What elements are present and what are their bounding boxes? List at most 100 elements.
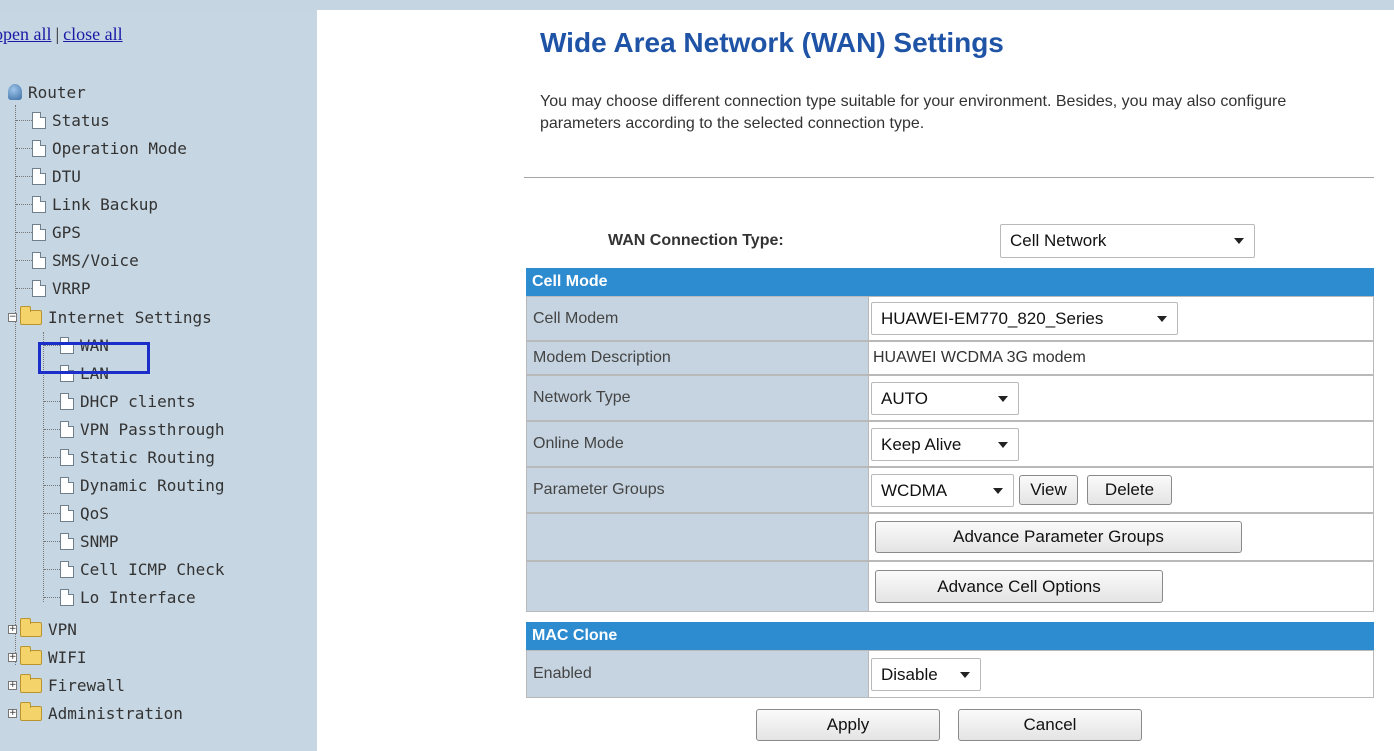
expand-icon[interactable]: + <box>8 624 17 634</box>
select-value: AUTO <box>881 388 928 408</box>
tree-toggle-links: open all|close all <box>0 24 123 45</box>
tree-item-lo-interface[interactable]: Lo Interface <box>60 584 196 610</box>
section-header-cell-mode: Cell Mode <box>526 268 1374 296</box>
page-icon <box>60 532 74 550</box>
tree-line <box>44 429 60 430</box>
tree-label: Status <box>52 110 110 130</box>
page-icon <box>32 223 46 241</box>
page-icon <box>32 251 46 269</box>
tree-folder-vpn[interactable]: + VPN <box>8 616 77 642</box>
row-mac-clone-enabled: Enabled Disable <box>526 650 1374 698</box>
row-advance-cell-options: Advance Cell Options <box>526 561 1374 612</box>
tree-line <box>16 148 32 149</box>
tree-item-qos[interactable]: QoS <box>60 500 109 526</box>
advance-parameter-groups-button[interactable]: Advance Parameter Groups <box>875 521 1242 553</box>
open-all-link[interactable]: open all <box>0 24 51 44</box>
wan-connection-type-select[interactable]: Cell Network <box>1000 224 1255 258</box>
cell-modem-select[interactable]: HUAWEI-EM770_820_Series <box>871 302 1178 335</box>
tree-item-dhcp-clients[interactable]: DHCP clients <box>60 388 196 414</box>
page-icon <box>60 560 74 578</box>
row-value: AUTO <box>869 376 1373 420</box>
tree-line <box>16 232 32 233</box>
tree-label: QoS <box>80 503 109 523</box>
tree-folder-wifi[interactable]: + WIFI <box>8 644 87 670</box>
tree-folder-administration[interactable]: + Administration <box>8 700 183 726</box>
page-icon <box>32 167 46 185</box>
tree-line <box>44 485 60 486</box>
view-button[interactable]: View <box>1019 475 1078 505</box>
tree-line <box>44 401 60 402</box>
tree-item-link-backup[interactable]: Link Backup <box>32 191 158 217</box>
tree-item-status[interactable]: Status <box>32 107 110 133</box>
tree-label: Dynamic Routing <box>80 475 225 495</box>
expand-icon[interactable]: + <box>8 680 17 690</box>
link-separator: | <box>55 24 60 44</box>
row-label: Enabled <box>527 651 869 697</box>
tree-item-vrrp[interactable]: VRRP <box>32 275 91 301</box>
expand-icon[interactable]: + <box>8 652 17 662</box>
wan-connection-type-label: WAN Connection Type: <box>608 232 784 249</box>
select-value: Cell Network <box>1010 231 1107 250</box>
folder-open-icon <box>20 305 42 325</box>
mac-clone-enabled-select[interactable]: Disable <box>871 658 981 691</box>
router-icon <box>8 84 22 100</box>
tree-label: SMS/Voice <box>52 250 139 270</box>
cancel-button[interactable]: Cancel <box>958 709 1142 741</box>
tree-item-vpn-passthrough[interactable]: VPN Passthrough <box>60 416 225 442</box>
tree-item-snmp[interactable]: SNMP <box>60 528 119 554</box>
tree-line <box>16 288 32 289</box>
row-value: Advance Parameter Groups <box>869 514 1373 560</box>
select-value: WCDMA <box>881 480 948 500</box>
row-value: Disable <box>869 651 1373 697</box>
tree-line <box>44 569 60 570</box>
row-label: Parameter Groups <box>527 468 869 512</box>
row-value: Advance Cell Options <box>869 562 1373 611</box>
tree-label: Operation Mode <box>52 138 187 158</box>
tree-item-cell-icmp-check[interactable]: Cell ICMP Check <box>60 556 225 582</box>
row-parameter-groups: Parameter Groups WCDMA View Delete <box>526 467 1374 513</box>
tree-label: Internet Settings <box>48 307 212 327</box>
tree-folder-internet-settings[interactable]: − Internet Settings <box>8 304 212 330</box>
dropdown-arrow-icon <box>1157 315 1167 322</box>
tree-label: Cell ICMP Check <box>80 559 225 579</box>
page-title: Wide Area Network (WAN) Settings <box>540 27 1004 58</box>
close-all-link[interactable]: close all <box>63 24 122 44</box>
folder-icon <box>20 645 42 665</box>
select-value: Disable <box>881 664 938 684</box>
page-intro: You may choose different connection type… <box>540 93 1287 132</box>
tree-item-operation-mode[interactable]: Operation Mode <box>32 135 187 161</box>
tree-item-static-routing[interactable]: Static Routing <box>60 444 215 470</box>
advance-cell-options-button[interactable]: Advance Cell Options <box>875 570 1163 603</box>
tree-label: DHCP clients <box>80 391 196 411</box>
row-label: Network Type <box>527 376 869 420</box>
tree-label: VRRP <box>52 278 91 298</box>
tree-item-dtu[interactable]: DTU <box>32 163 81 189</box>
row-value: WCDMA View Delete <box>869 468 1373 512</box>
page-icon <box>60 392 74 410</box>
select-value: Keep Alive <box>881 434 962 454</box>
tree-root-router[interactable]: Router <box>8 79 86 105</box>
apply-button[interactable]: Apply <box>756 709 940 741</box>
delete-button[interactable]: Delete <box>1087 475 1172 505</box>
tree-item-gps[interactable]: GPS <box>32 219 81 245</box>
row-value: HUAWEI-EM770_820_Series <box>869 297 1373 340</box>
online-mode-select[interactable]: Keep Alive <box>871 428 1019 461</box>
dropdown-arrow-icon <box>1234 238 1244 244</box>
parameter-groups-select[interactable]: WCDMA <box>871 474 1014 507</box>
page-icon <box>32 279 46 297</box>
tree-line <box>16 204 32 205</box>
network-type-select[interactable]: AUTO <box>871 382 1019 415</box>
row-label <box>527 514 869 560</box>
row-cell-modem: Cell Modem HUAWEI-EM770_820_Series <box>526 296 1374 341</box>
tree-label: VPN Passthrough <box>80 419 225 439</box>
tree-item-sms-voice[interactable]: SMS/Voice <box>32 247 139 273</box>
tree-label: DTU <box>52 166 81 186</box>
tree-label: GPS <box>52 222 81 242</box>
collapse-icon[interactable]: − <box>8 312 17 322</box>
expand-icon[interactable]: + <box>8 708 17 718</box>
tree-label: Firewall <box>48 675 126 695</box>
tree-item-dynamic-routing[interactable]: Dynamic Routing <box>60 472 225 498</box>
row-label: Online Mode <box>527 422 869 466</box>
tree-folder-firewall[interactable]: + Firewall <box>8 672 125 698</box>
top-band <box>0 0 1394 10</box>
